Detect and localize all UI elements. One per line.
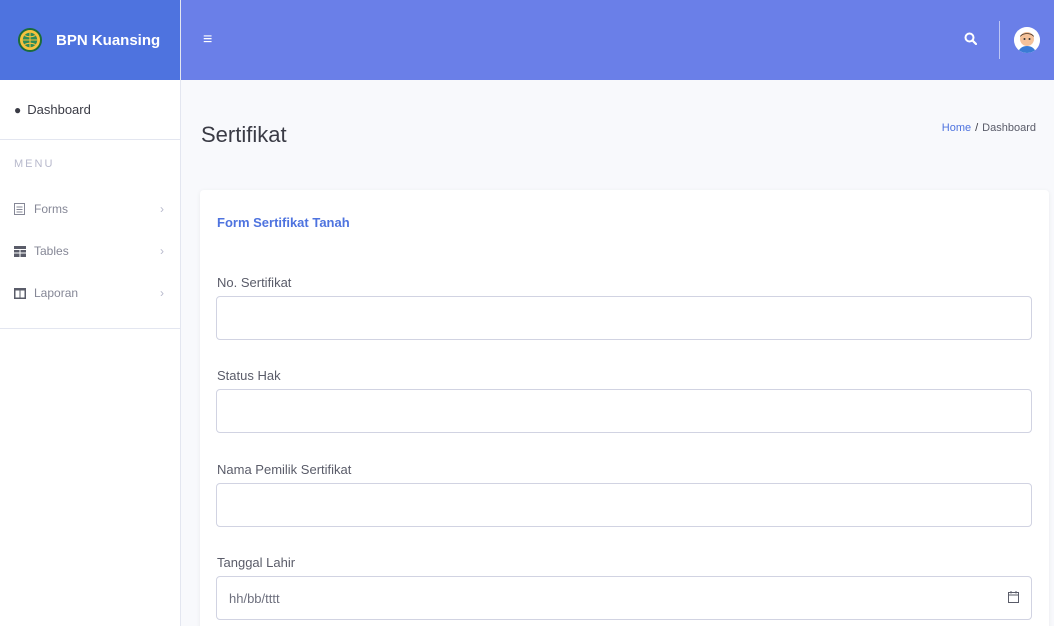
sidebar-item-laporan[interactable]: Laporan › <box>0 272 180 314</box>
brand-name: BPN Kuansing <box>56 31 161 49</box>
form-title: Form Sertifikat Tanah <box>217 215 350 230</box>
chevron-right-icon: › <box>160 286 164 300</box>
form-icon <box>14 203 28 215</box>
topbar-divider <box>999 21 1000 59</box>
topbar: ≡ <box>181 0 1054 80</box>
status-hak-input[interactable] <box>216 389 1032 433</box>
table-icon <box>14 245 28 257</box>
dashboard-icon: ● <box>14 102 22 117</box>
no-sertifikat-label: No. Sertifikat <box>217 275 292 290</box>
form-card: Form Sertifikat Tanah No. Sertifikat Sta… <box>200 190 1049 626</box>
no-sertifikat-input[interactable] <box>216 296 1032 340</box>
breadcrumb-current: Dashboard <box>982 122 1036 134</box>
sidebar-item-forms[interactable]: Forms › <box>0 188 180 230</box>
sidebar-item-label: Tables <box>34 244 69 258</box>
nama-pemilik-label: Nama Pemilik Sertifikat <box>217 462 352 477</box>
nama-pemilik-input[interactable] <box>216 483 1032 527</box>
tanggal-lahir-input[interactable]: hh/bb/tttt <box>216 576 1032 620</box>
page-title: Sertifikat <box>201 122 287 147</box>
bpn-logo-icon <box>18 28 42 52</box>
columns-icon <box>14 287 28 299</box>
main-content: Sertifikat Home / Dashboard Form Sertifika… <box>181 80 1054 626</box>
sidebar-item-label: Dashboard <box>27 102 91 117</box>
chevron-right-icon: › <box>160 244 164 258</box>
topbar-right <box>964 0 1040 80</box>
breadcrumb: Home / Dashboard <box>942 122 1036 134</box>
menu-heading: MENU <box>14 158 55 170</box>
breadcrumb-home-link[interactable]: Home <box>942 122 971 134</box>
sidebar-item-tables[interactable]: Tables › <box>0 230 180 272</box>
sidebar-item-dashboard[interactable]: ● Dashboard <box>0 80 180 140</box>
sidebar-item-label: Laporan <box>34 286 79 300</box>
sidebar: BPN Kuansing ● Dashboard MENU Forms › Ta… <box>0 0 181 626</box>
user-avatar[interactable] <box>1014 27 1040 53</box>
brand[interactable]: BPN Kuansing <box>0 0 180 80</box>
calendar-icon[interactable] <box>1008 590 1019 606</box>
date-placeholder: hh/bb/tttt <box>229 590 280 606</box>
hamburger-icon[interactable]: ≡ <box>203 31 212 49</box>
tanggal-lahir-label: Tanggal Lahir <box>217 555 296 570</box>
search-icon[interactable] <box>964 32 978 48</box>
status-hak-label: Status Hak <box>217 368 281 383</box>
chevron-right-icon: › <box>160 202 164 216</box>
breadcrumb-separator: / <box>975 122 979 134</box>
sidebar-divider <box>0 328 180 329</box>
sidebar-item-label: Forms <box>34 202 68 216</box>
